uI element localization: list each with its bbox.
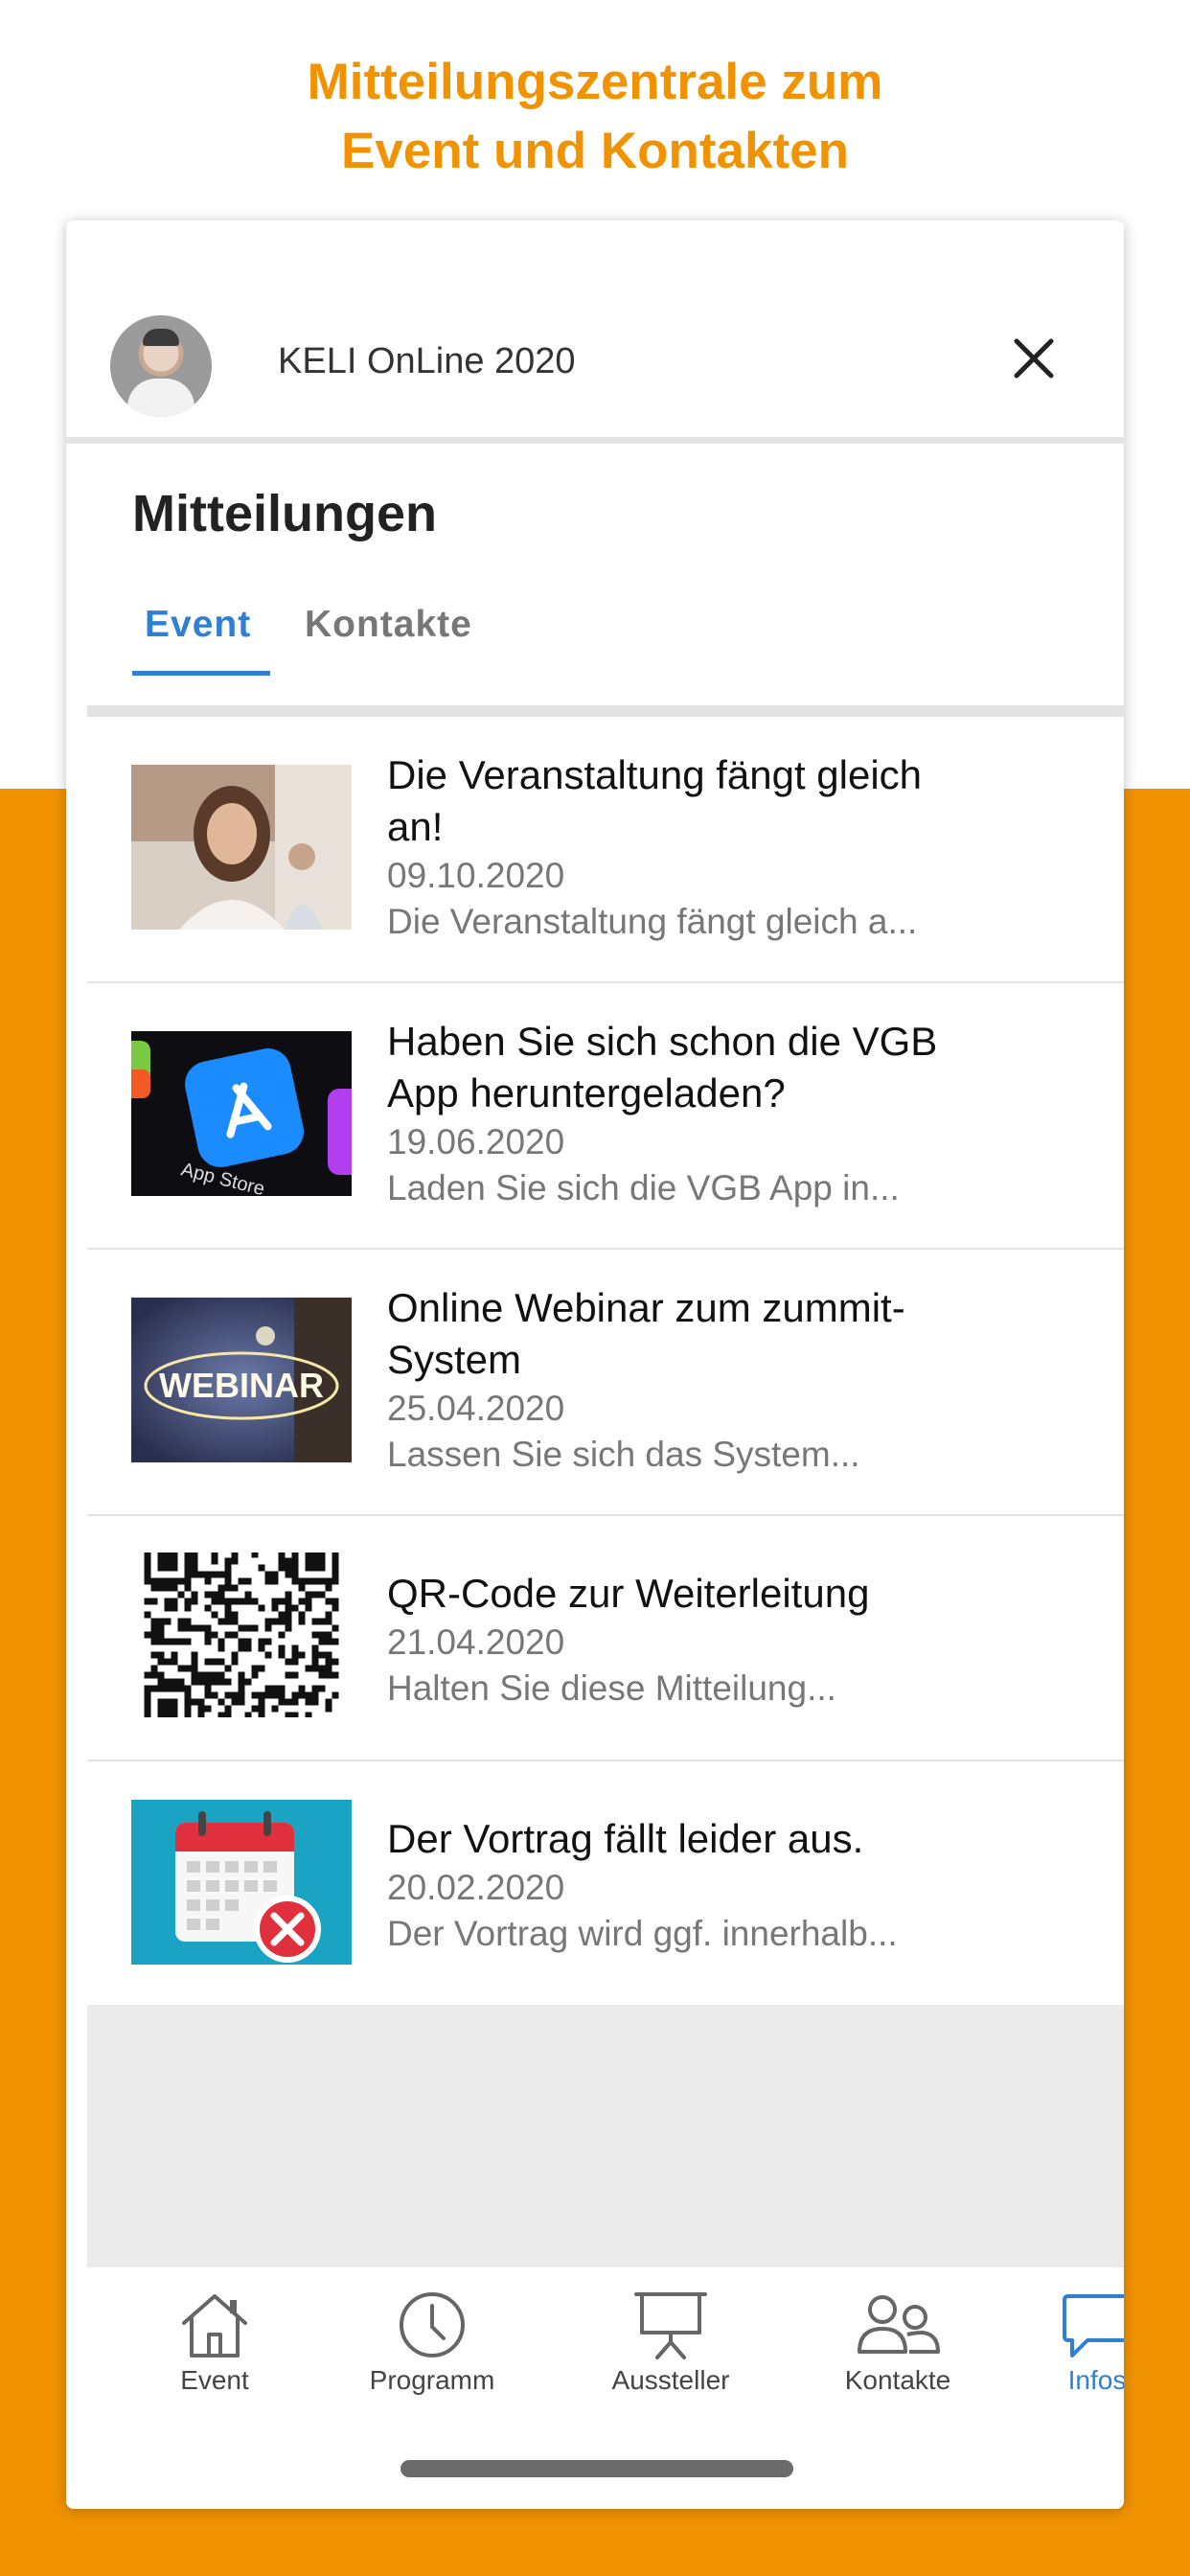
message-preview: Laden Sie sich die VGB App in... (387, 1168, 900, 1208)
tabbar-label: Programm (369, 2365, 495, 2395)
headline-line-1: Mitteilungszentrale zum (307, 54, 883, 110)
list-item[interactable]: WEBINAR Online Webinar zum zummit-System… (87, 1250, 1124, 1516)
phone-screen: KELI OnLine 2020 Mitteilungen Event Kont… (66, 220, 1124, 2509)
message-title: Online Webinar zum zummit-System (387, 1285, 905, 1382)
message-date: 20.02.2020 (387, 1868, 565, 1907)
message-preview: Die Veranstaltung fängt gleich a... (387, 902, 918, 941)
list-item[interactable]: App Store Haben Sie sich schon die VGB A… (87, 983, 1124, 1250)
tabbar-item-infos[interactable]: Infos (1011, 2288, 1124, 2396)
contacts-icon (858, 2295, 940, 2354)
tabbar-item-kontakte[interactable]: Kontakte (812, 2288, 984, 2396)
list-item[interactable]: Die Veranstaltung fängt gleich an! 09.10… (87, 717, 1124, 983)
message-date: 09.10.2020 (387, 856, 565, 895)
tabbar-item-event[interactable]: Event (128, 2288, 301, 2396)
tab-kontakte[interactable]: Kontakte (305, 604, 472, 667)
thumbnail-calendar-cancel (131, 1800, 352, 1965)
message-title: QR-Code zur Weiterleitung (387, 1571, 870, 1616)
thumbnail-woman-headset (131, 765, 352, 930)
home-indicator (400, 2460, 793, 2477)
event-name: KELI OnLine 2020 (278, 341, 576, 381)
page-title: Mitteilungen (132, 485, 437, 542)
message-list-area: Die Veranstaltung fängt gleich an! 09.10… (87, 705, 1124, 2488)
tabbar-item-programm[interactable]: Programm (346, 2288, 518, 2396)
message-title: Die Veranstaltung fängt gleich an! (387, 752, 923, 849)
message-date: 21.04.2020 (387, 1622, 565, 1662)
headline: Mitteilungszentrale zum Event und Kontak… (0, 48, 1190, 186)
list-item[interactable]: QR-Code zur Weiterleitung 21.04.2020 Hal… (87, 1516, 1124, 1761)
message-preview: Lassen Sie sich das System... (387, 1435, 860, 1474)
message-text: Haben Sie sich schon die VGB App herunte… (387, 1016, 962, 1211)
list-item[interactable]: Der Vortrag fällt leider aus. 20.02.2020… (87, 1761, 1124, 2005)
avatar[interactable] (110, 315, 212, 417)
active-tab-indicator (132, 671, 270, 676)
tabbar-label: Kontakte (844, 2365, 951, 2395)
divider (66, 437, 1124, 444)
message-title: Der Vortrag fällt leider aus. (387, 1816, 864, 1861)
divider (87, 705, 1124, 717)
home-icon (182, 2294, 247, 2358)
chat-bubble-icon (1063, 2294, 1124, 2358)
clock-icon (400, 2292, 465, 2358)
message-date: 25.04.2020 (387, 1389, 565, 1428)
qr-code-image (131, 1552, 352, 1717)
tabbar-label: Aussteller (611, 2365, 730, 2395)
message-text: Online Webinar zum zummit-System 25.04.2… (387, 1282, 962, 1478)
tabbar-label: Infos (1067, 2365, 1124, 2395)
message-list: Die Veranstaltung fängt gleich an! 09.10… (87, 717, 1124, 2005)
close-button[interactable] (1009, 334, 1059, 383)
tabbar-label: Event (180, 2365, 249, 2395)
headline-line-2: Event und Kontakten (340, 123, 850, 179)
message-date: 19.06.2020 (387, 1122, 565, 1162)
presentation-icon (634, 2292, 707, 2359)
tabbar-item-aussteller[interactable]: Aussteller (584, 2288, 757, 2396)
close-icon (1014, 338, 1054, 379)
message-preview: Der Vortrag wird ggf. innerhalb... (387, 1914, 898, 1953)
message-text: QR-Code zur Weiterleitung 21.04.2020 Hal… (387, 1568, 962, 1712)
thumbnail-webinar: WEBINAR (131, 1298, 352, 1462)
thumbnail-app-store: App Store (131, 1031, 352, 1196)
message-preview: Halten Sie diese Mitteilung... (387, 1668, 836, 1708)
top-bar: KELI OnLine 2020 (66, 220, 1124, 439)
webinar-thumb-text: WEBINAR (159, 1366, 324, 1405)
calendar-cancel-icon (131, 1800, 352, 1965)
tab-event[interactable]: Event (145, 604, 251, 667)
message-text: Die Veranstaltung fängt gleich an! 09.10… (387, 749, 962, 945)
message-text: Der Vortrag fällt leider aus. 20.02.2020… (387, 1813, 962, 1957)
message-title: Haben Sie sich schon die VGB App herunte… (387, 1019, 938, 1116)
